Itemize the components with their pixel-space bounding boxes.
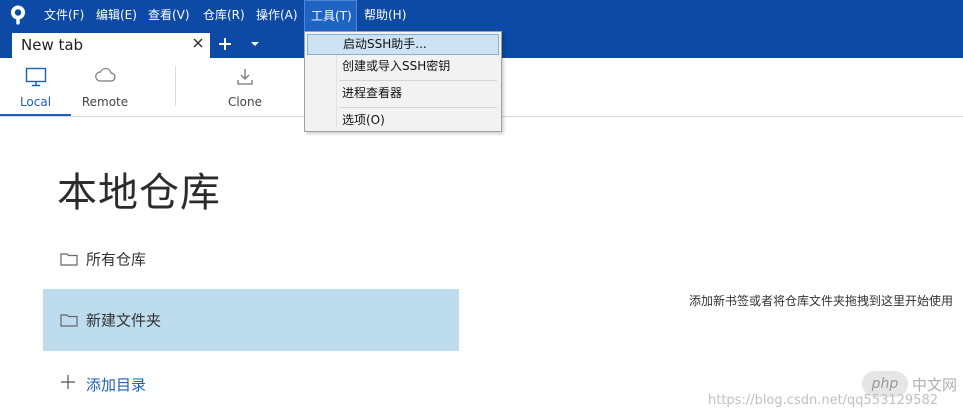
selected-indicator — [0, 114, 71, 116]
clone-label: Clone — [227, 95, 263, 109]
menu-repository[interactable]: 仓库(R) — [197, 0, 251, 31]
monitor-icon — [25, 67, 46, 87]
add-directory-label: 添加目录 — [86, 376, 147, 394]
nav-label: 所有仓库 — [86, 250, 147, 269]
folder-icon — [60, 314, 78, 327]
watermark-url: https://blog.csdn.net/qq553129582 — [708, 393, 939, 408]
plus-icon[interactable] — [217, 36, 233, 52]
menu-divider — [339, 80, 497, 81]
menu-edit[interactable]: 编辑(E) — [90, 0, 143, 31]
menu-item-options[interactable]: 选项(O) — [307, 110, 499, 131]
local-button[interactable]: Local — [0, 58, 71, 116]
clone-button[interactable]: Clone — [212, 58, 278, 116]
local-label: Local — [19, 95, 52, 109]
tools-menu-dropdown: 启动SSH助手... 创建或导入SSH密钥 进程查看器 选项(O) — [304, 31, 502, 132]
download-icon — [237, 69, 253, 85]
chevron-down-icon[interactable] — [250, 41, 260, 47]
remote-button[interactable]: Remote — [71, 58, 139, 116]
page-title: 本地仓库 — [57, 170, 221, 216]
folder-icon — [60, 253, 78, 266]
nav-label: 新建文件夹 — [86, 311, 162, 330]
menu-divider — [339, 107, 497, 108]
menu-view[interactable]: 查看(V) — [142, 0, 196, 31]
tab-new-tab[interactable]: New tab — [12, 33, 210, 58]
menu-help[interactable]: 帮助(H) — [358, 0, 412, 31]
cloud-icon — [95, 67, 116, 82]
menu-item-create-ssh-key[interactable]: 创建或导入SSH密钥 — [307, 56, 499, 77]
toolbar-divider — [175, 66, 176, 106]
watermark-site-text: 中文网 — [912, 376, 958, 394]
menu-bar: 文件(F) 编辑(E) 查看(V) 仓库(R) 操作(A) 工具(T) 帮助(H… — [0, 0, 963, 31]
menu-actions[interactable]: 操作(A) — [250, 0, 304, 31]
drop-hint-text: 添加新书签或者将仓库文件夹拖拽到这里开始使用 — [688, 294, 953, 308]
remote-label: Remote — [81, 95, 129, 109]
nav-new-folder[interactable]: 新建文件夹 — [43, 289, 459, 351]
close-icon[interactable] — [191, 36, 205, 50]
plus-icon — [61, 375, 75, 389]
menu-item-start-ssh-agent[interactable]: 启动SSH助手... — [307, 34, 499, 55]
menu-tools[interactable]: 工具(T) — [304, 0, 357, 31]
sourcetree-logo-icon[interactable] — [9, 5, 27, 25]
tab-label: New tab — [21, 36, 84, 54]
nav-all-repositories[interactable]: 所有仓库 — [43, 228, 459, 290]
menu-item-process-viewer[interactable]: 进程查看器 — [307, 83, 499, 104]
menu-file[interactable]: 文件(F) — [38, 0, 90, 31]
